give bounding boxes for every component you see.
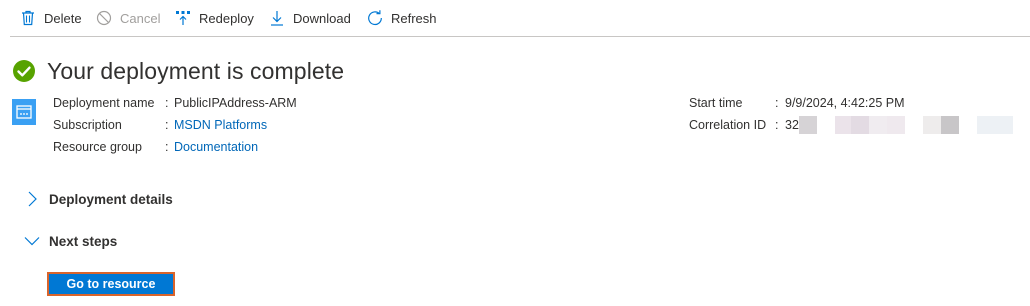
subscription-row: Subscription : MSDN Platforms <box>53 114 297 136</box>
chevron-right-icon <box>22 189 42 209</box>
separator: : <box>775 118 779 132</box>
resource-group-label: Resource group <box>53 140 142 154</box>
deployment-name-row: Deployment name : PublicIPAddress-ARM <box>53 92 297 114</box>
deployment-resource-icon <box>12 99 36 125</box>
next-steps-label: Next steps <box>49 233 118 249</box>
trash-icon <box>20 10 36 26</box>
resource-group-row: Resource group : Documentation <box>53 136 297 158</box>
status-header: Your deployment is complete <box>12 56 344 86</box>
deployment-details-label: Deployment details <box>49 191 173 207</box>
deployment-details-toggle[interactable]: Deployment details <box>22 188 173 210</box>
refresh-label: Refresh <box>391 10 437 26</box>
cancel-icon <box>96 10 112 26</box>
go-to-resource-button[interactable]: Go to resource <box>47 272 175 296</box>
correlation-id-value: 32 <box>785 118 799 132</box>
command-bar: Delete Cancel Redeploy Download Refresh <box>0 0 1030 36</box>
next-steps-toggle[interactable]: Next steps <box>22 230 117 252</box>
subscription-label: Subscription <box>53 118 122 132</box>
separator: : <box>165 118 169 132</box>
start-time-value: 9/9/2024, 4:42:25 PM <box>785 96 905 110</box>
cancel-button[interactable]: Cancel <box>96 0 160 36</box>
separator: : <box>775 96 779 110</box>
delete-button[interactable]: Delete <box>20 0 82 36</box>
redeploy-icon <box>175 10 191 26</box>
separator: : <box>165 140 169 154</box>
cancel-label: Cancel <box>120 10 161 26</box>
delete-label: Delete <box>44 10 82 26</box>
deployment-summary: Deployment name : PublicIPAddress-ARM Su… <box>53 92 297 158</box>
subscription-link[interactable]: MSDN Platforms <box>174 114 267 136</box>
correlation-id-label: Correlation ID <box>689 118 767 132</box>
separator: : <box>165 96 169 110</box>
resource-group-link[interactable]: Documentation <box>174 136 258 158</box>
download-label: Download <box>293 10 351 26</box>
refresh-button[interactable]: Refresh <box>367 0 437 36</box>
download-button[interactable]: Download <box>269 0 351 36</box>
deployment-name-value: PublicIPAddress-ARM <box>174 96 297 110</box>
start-time-label: Start time <box>689 96 743 110</box>
toolbar-divider <box>10 36 1030 37</box>
redeploy-label: Redeploy <box>199 10 254 26</box>
deployment-name-label: Deployment name <box>53 96 155 110</box>
redeploy-button[interactable]: Redeploy <box>175 0 254 36</box>
success-check-icon <box>13 60 35 82</box>
start-time-row: Start time : 9/9/2024, 4:42:25 PM <box>689 92 905 114</box>
page-title: Your deployment is complete <box>47 57 345 84</box>
chevron-down-icon <box>22 231 42 251</box>
refresh-icon <box>367 10 383 26</box>
download-icon <box>269 10 285 26</box>
